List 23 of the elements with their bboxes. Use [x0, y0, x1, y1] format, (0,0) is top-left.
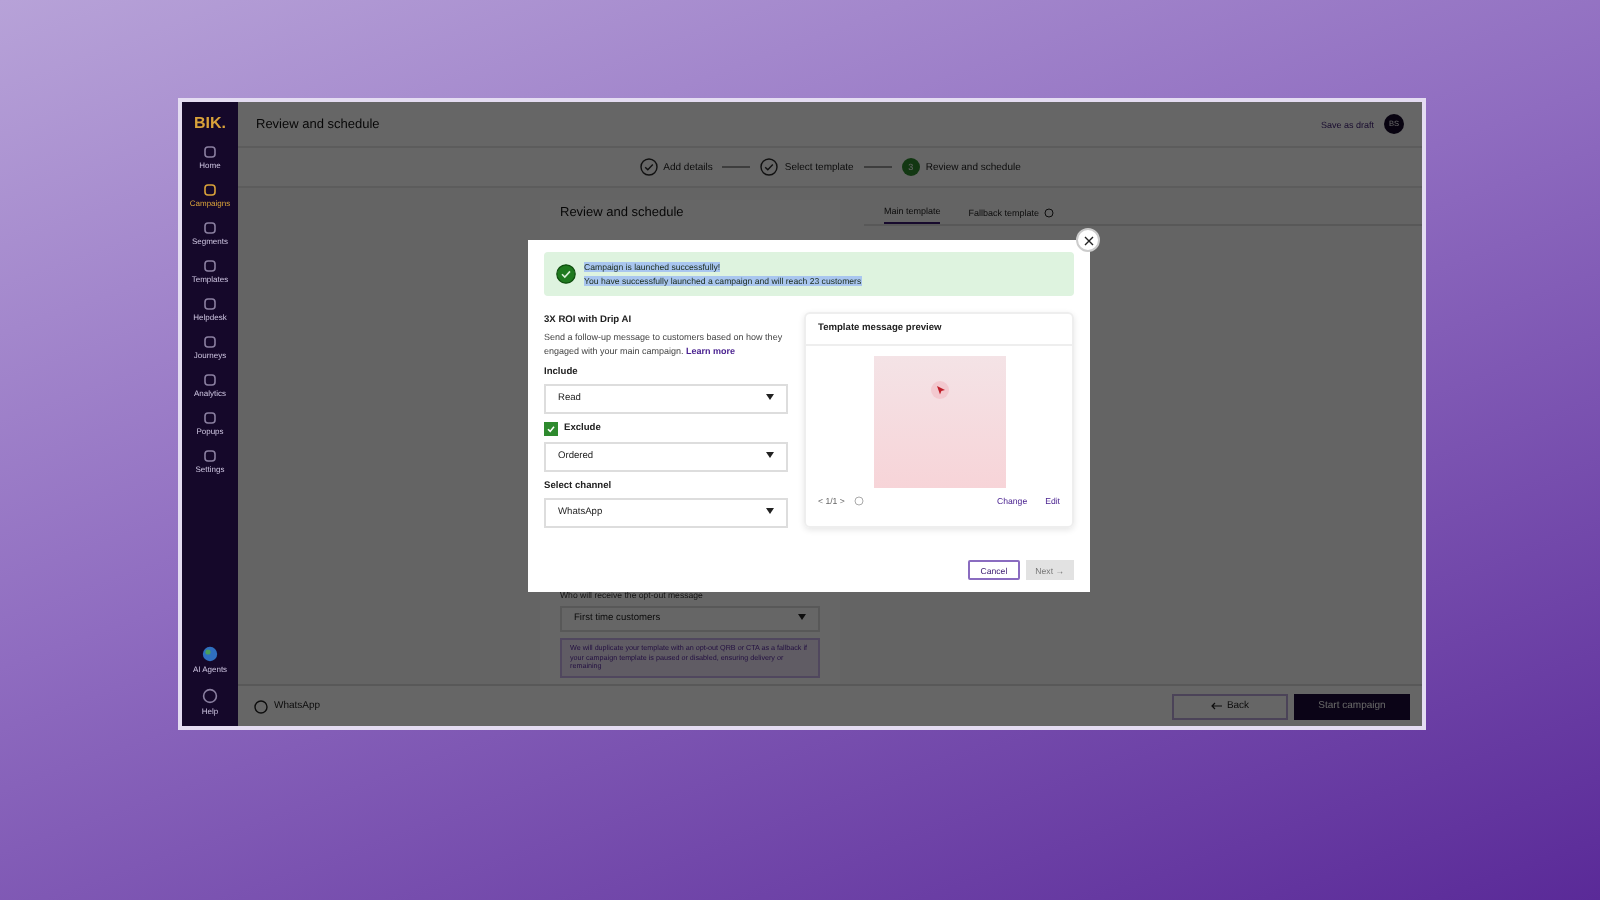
nav-icon	[203, 184, 216, 196]
nav-icon	[203, 450, 216, 462]
nav-icon	[204, 298, 216, 310]
nav-icon	[203, 374, 216, 386]
caret-icon	[798, 614, 806, 621]
nav-icon	[203, 336, 216, 348]
brand-logo: BIK.	[194, 114, 226, 132]
check-circle-icon	[760, 158, 779, 176]
close-icon	[1083, 235, 1093, 245]
nav-icon	[203, 222, 216, 234]
caret-icon	[766, 452, 774, 459]
caret-icon	[766, 394, 774, 401]
nav-icon	[203, 412, 216, 424]
caret-icon	[766, 508, 774, 515]
arrow-left-icon	[1210, 702, 1223, 710]
check-circle-icon	[639, 158, 658, 176]
globe-icon	[202, 646, 218, 662]
check-circle-icon	[556, 264, 576, 284]
cursor-icon	[929, 380, 949, 400]
nav-icon	[203, 260, 216, 272]
checkbox[interactable]	[544, 422, 558, 437]
checkmark-icon	[546, 424, 556, 435]
nav-icon	[203, 146, 216, 158]
